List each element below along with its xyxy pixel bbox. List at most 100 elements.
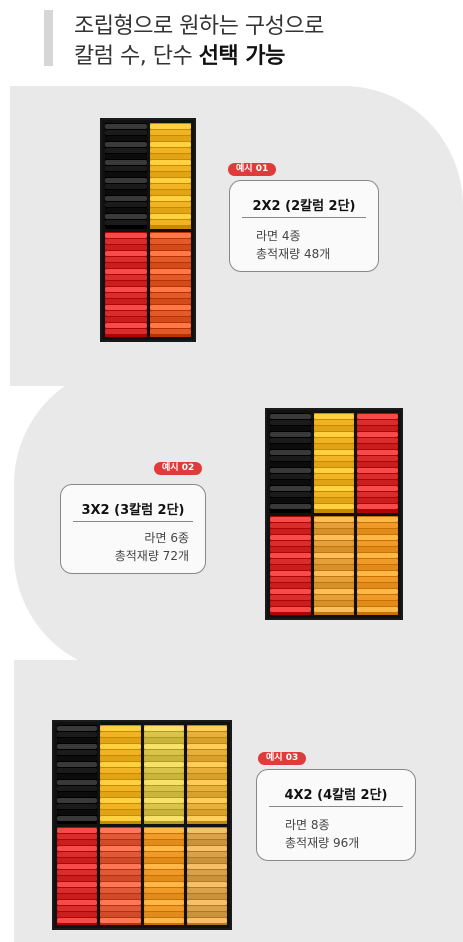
- ramen-package: [270, 540, 311, 546]
- ramen-package: [186, 732, 227, 737]
- ramen-package: [357, 480, 398, 485]
- ramen-package: [143, 899, 184, 905]
- ramen-package: [149, 220, 191, 225]
- ramen-package: [270, 528, 311, 534]
- rack-column: [143, 725, 184, 824]
- ramen-package: [105, 154, 147, 159]
- ramen-package: [105, 124, 147, 129]
- ramen-package: [149, 244, 191, 250]
- ramen-package: [149, 130, 191, 135]
- ramen-package: [57, 833, 98, 839]
- ramen-package: [149, 160, 191, 165]
- ramen-package: [100, 774, 141, 779]
- ramen-package: [270, 582, 311, 588]
- ramen-package: [149, 238, 191, 244]
- ramen-package: [313, 516, 355, 522]
- ramen-package: [149, 304, 191, 310]
- ramen-package: [105, 244, 147, 250]
- rack-column: [149, 123, 191, 229]
- ramen-package: [357, 552, 398, 558]
- rack-column: [57, 725, 98, 824]
- ramen-package: [270, 606, 311, 612]
- ramen-package: [57, 857, 98, 863]
- ramen-package: [357, 492, 398, 497]
- ramen-package: [357, 540, 398, 546]
- ramen-package: [313, 492, 355, 497]
- ramen-package: [143, 833, 184, 839]
- ramen-package: [149, 232, 191, 238]
- ramen-package: [105, 292, 147, 298]
- ramen-package: [313, 504, 355, 509]
- ramen-package: [149, 148, 191, 153]
- ramen-package: [105, 130, 147, 135]
- ramen-package: [100, 833, 141, 839]
- ramen-package: [105, 190, 147, 195]
- ramen-package: [313, 564, 355, 570]
- header-line-2: 칼럼 수, 단수 선택 가능: [74, 38, 285, 70]
- ramen-package: [270, 534, 311, 540]
- example-kinds-3: 라면 8종: [285, 818, 330, 832]
- ramen-package: [149, 328, 191, 334]
- ramen-package: [270, 588, 311, 594]
- ramen-package: [313, 432, 355, 437]
- ramen-package: [57, 887, 98, 893]
- ramen-package: [313, 594, 355, 600]
- ramen-package: [186, 816, 227, 821]
- ramen-package: [186, 798, 227, 803]
- ramen-package: [149, 184, 191, 189]
- ramen-package: [105, 220, 147, 225]
- rack-column: [270, 413, 311, 513]
- example-card-2: 3X2 (3칼럼 2단) 라면 6종 총적재량 72개: [60, 484, 206, 574]
- ramen-package: [143, 893, 184, 899]
- ramen-package: [105, 298, 147, 304]
- example-capacity-2: 총적재량 72개: [114, 549, 189, 563]
- ramen-package: [105, 232, 147, 238]
- ramen-package: [313, 540, 355, 546]
- rack-column: [100, 725, 141, 824]
- ramen-package: [100, 798, 141, 803]
- ramen-package: [57, 911, 98, 917]
- ramen-package: [313, 528, 355, 534]
- ramen-package: [105, 328, 147, 334]
- example-badge-2: 예시 02: [154, 462, 203, 475]
- rack-image-3x2: [265, 408, 403, 620]
- header: 조립형으로 원하는 구성으로 칼럼 수, 단수 선택 가능: [44, 6, 444, 70]
- header-accent-bar: [44, 10, 53, 66]
- ramen-package: [270, 522, 311, 528]
- ramen-package: [357, 576, 398, 582]
- ramen-package: [270, 474, 311, 479]
- ramen-package: [143, 827, 184, 833]
- ramen-package: [105, 178, 147, 183]
- ramen-package: [313, 534, 355, 540]
- ramen-package: [186, 911, 227, 917]
- ramen-package: [143, 786, 184, 791]
- ramen-package: [149, 124, 191, 129]
- ramen-package: [270, 600, 311, 606]
- ramen-package: [143, 875, 184, 881]
- ramen-package: [100, 816, 141, 821]
- ramen-package: [313, 480, 355, 485]
- ramen-package: [313, 588, 355, 594]
- ramen-package: [186, 768, 227, 773]
- ramen-package: [186, 839, 227, 845]
- ramen-package: [57, 780, 98, 785]
- ramen-package: [270, 576, 311, 582]
- ramen-package: [105, 184, 147, 189]
- ramen-package: [57, 768, 98, 773]
- ramen-package: [100, 786, 141, 791]
- ramen-package: [186, 756, 227, 761]
- ramen-package: [143, 810, 184, 815]
- ramen-package: [149, 142, 191, 147]
- ramen-package: [105, 250, 147, 256]
- ramen-package: [100, 768, 141, 773]
- ramen-package: [270, 456, 311, 461]
- rack-column: [186, 725, 227, 824]
- ramen-package: [105, 148, 147, 153]
- ramen-package: [270, 414, 311, 419]
- ramen-package: [100, 762, 141, 767]
- ramen-package: [105, 202, 147, 207]
- header-line-2-prefix: 칼럼 수, 단수: [74, 44, 199, 69]
- ramen-package: [105, 136, 147, 141]
- ramen-package: [313, 576, 355, 582]
- ramen-package: [57, 899, 98, 905]
